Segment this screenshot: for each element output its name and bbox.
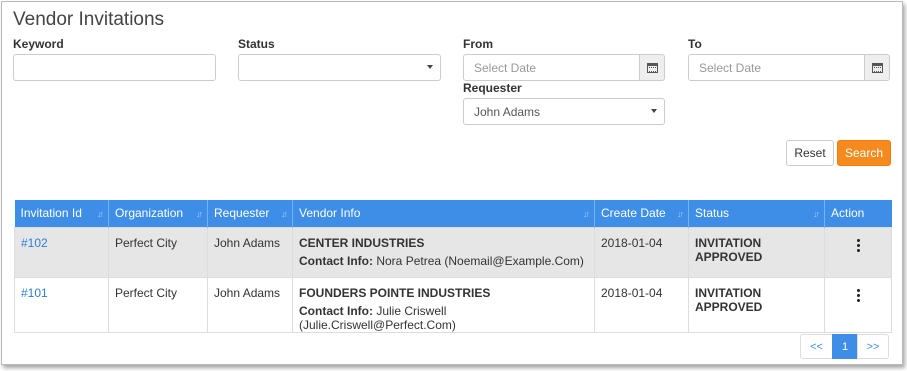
sort-icon: ↓↑ [196, 209, 203, 219]
to-date-input[interactable] [688, 54, 865, 81]
status-text: INVITATION APPROVED [695, 285, 763, 314]
status-cell: INVITATION APPROVED [688, 226, 825, 278]
organization-cell: Perfect City [108, 276, 208, 333]
sort-icon: ↓↑ [97, 209, 104, 219]
page-title: Vendor Invitations [13, 9, 165, 30]
more-vertical-icon[interactable] [831, 236, 885, 252]
invitation-id-link[interactable]: #101 [21, 286, 48, 300]
vendor-invitations-panel: Vendor Invitations Keyword Status From T… [1, 1, 903, 365]
contact-info-label: Contact Info: [299, 253, 373, 268]
keyword-label: Keyword [13, 37, 64, 51]
table-row: #101 Perfect City John Adams FOUNDERS PO… [14, 276, 892, 333]
more-vertical-icon[interactable] [831, 286, 885, 302]
pagination: << 1 >> [800, 334, 889, 359]
vendor-name: CENTER INDUSTRIES [299, 235, 425, 250]
action-cell [824, 226, 892, 278]
reset-button[interactable]: Reset [786, 140, 834, 166]
to-date-group [688, 54, 890, 81]
status-cell: INVITATION APPROVED [688, 276, 825, 333]
keyword-input[interactable] [13, 54, 216, 81]
create-date-cell: 2018-01-04 [594, 276, 689, 333]
from-date-input[interactable] [463, 54, 640, 81]
column-header-vendor-info[interactable]: Vendor Info ↓↑ [292, 200, 595, 227]
vendor-info-cell: FOUNDERS POINTE INDUSTRIES Contact Info:… [292, 276, 595, 333]
requester-select[interactable]: John Adams [463, 98, 665, 125]
chevron-down-icon [651, 109, 657, 113]
invitations-table: Invitation Id ↓↑ Organization ↓↑ Requester… [14, 200, 892, 333]
contact-info-value: Nora Petrea (Noemail@Example.Com) [376, 253, 584, 268]
status-label: Status [238, 37, 275, 51]
search-button[interactable]: Search [837, 140, 891, 166]
sort-icon: ↓↑ [281, 209, 288, 219]
organization-cell: Perfect City [108, 226, 208, 278]
pagination-page-1[interactable]: 1 [832, 334, 858, 359]
requester-label: Requester [463, 81, 522, 95]
status-select[interactable] [238, 54, 441, 81]
from-label: From [463, 37, 493, 51]
requester-cell: John Adams [207, 226, 293, 278]
requester-cell: John Adams [207, 276, 293, 333]
calendar-icon [646, 62, 658, 73]
vendor-name: FOUNDERS POINTE INDUSTRIES [299, 285, 491, 300]
column-header-organization[interactable]: Organization ↓↑ [108, 200, 208, 227]
column-header-action: Action [824, 200, 892, 227]
column-header-create-date[interactable]: Create Date ↓↑ [594, 200, 689, 227]
action-cell [824, 276, 892, 333]
sort-icon: ↓↑ [583, 209, 590, 219]
column-header-invitation-id[interactable]: Invitation Id ↓↑ [14, 200, 109, 227]
from-calendar-button[interactable] [640, 54, 665, 81]
column-header-requester[interactable]: Requester ↓↑ [207, 200, 293, 227]
vendor-info-cell: CENTER INDUSTRIES Contact Info: Nora Pet… [292, 226, 595, 278]
invitation-id-link[interactable]: #102 [21, 236, 48, 250]
pagination-next-button[interactable]: >> [857, 334, 889, 359]
contact-info-label: Contact Info: [299, 303, 373, 318]
table-row: #102 Perfect City John Adams CENTER INDU… [14, 226, 892, 278]
to-calendar-button[interactable] [865, 54, 890, 81]
create-date-cell: 2018-01-04 [594, 226, 689, 278]
sort-icon: ↓↑ [813, 209, 820, 219]
sort-icon: ↓↑ [677, 209, 684, 219]
status-text: INVITATION APPROVED [695, 235, 763, 264]
to-label: To [688, 37, 702, 51]
requester-select-value: John Adams [474, 104, 541, 119]
column-header-status[interactable]: Status ↓↑ [688, 200, 825, 227]
chevron-down-icon [427, 65, 433, 69]
calendar-icon [871, 62, 883, 73]
from-date-group [463, 54, 665, 81]
pagination-prev-button[interactable]: << [800, 334, 833, 359]
table-header-row: Invitation Id ↓↑ Organization ↓↑ Requester… [14, 200, 892, 227]
